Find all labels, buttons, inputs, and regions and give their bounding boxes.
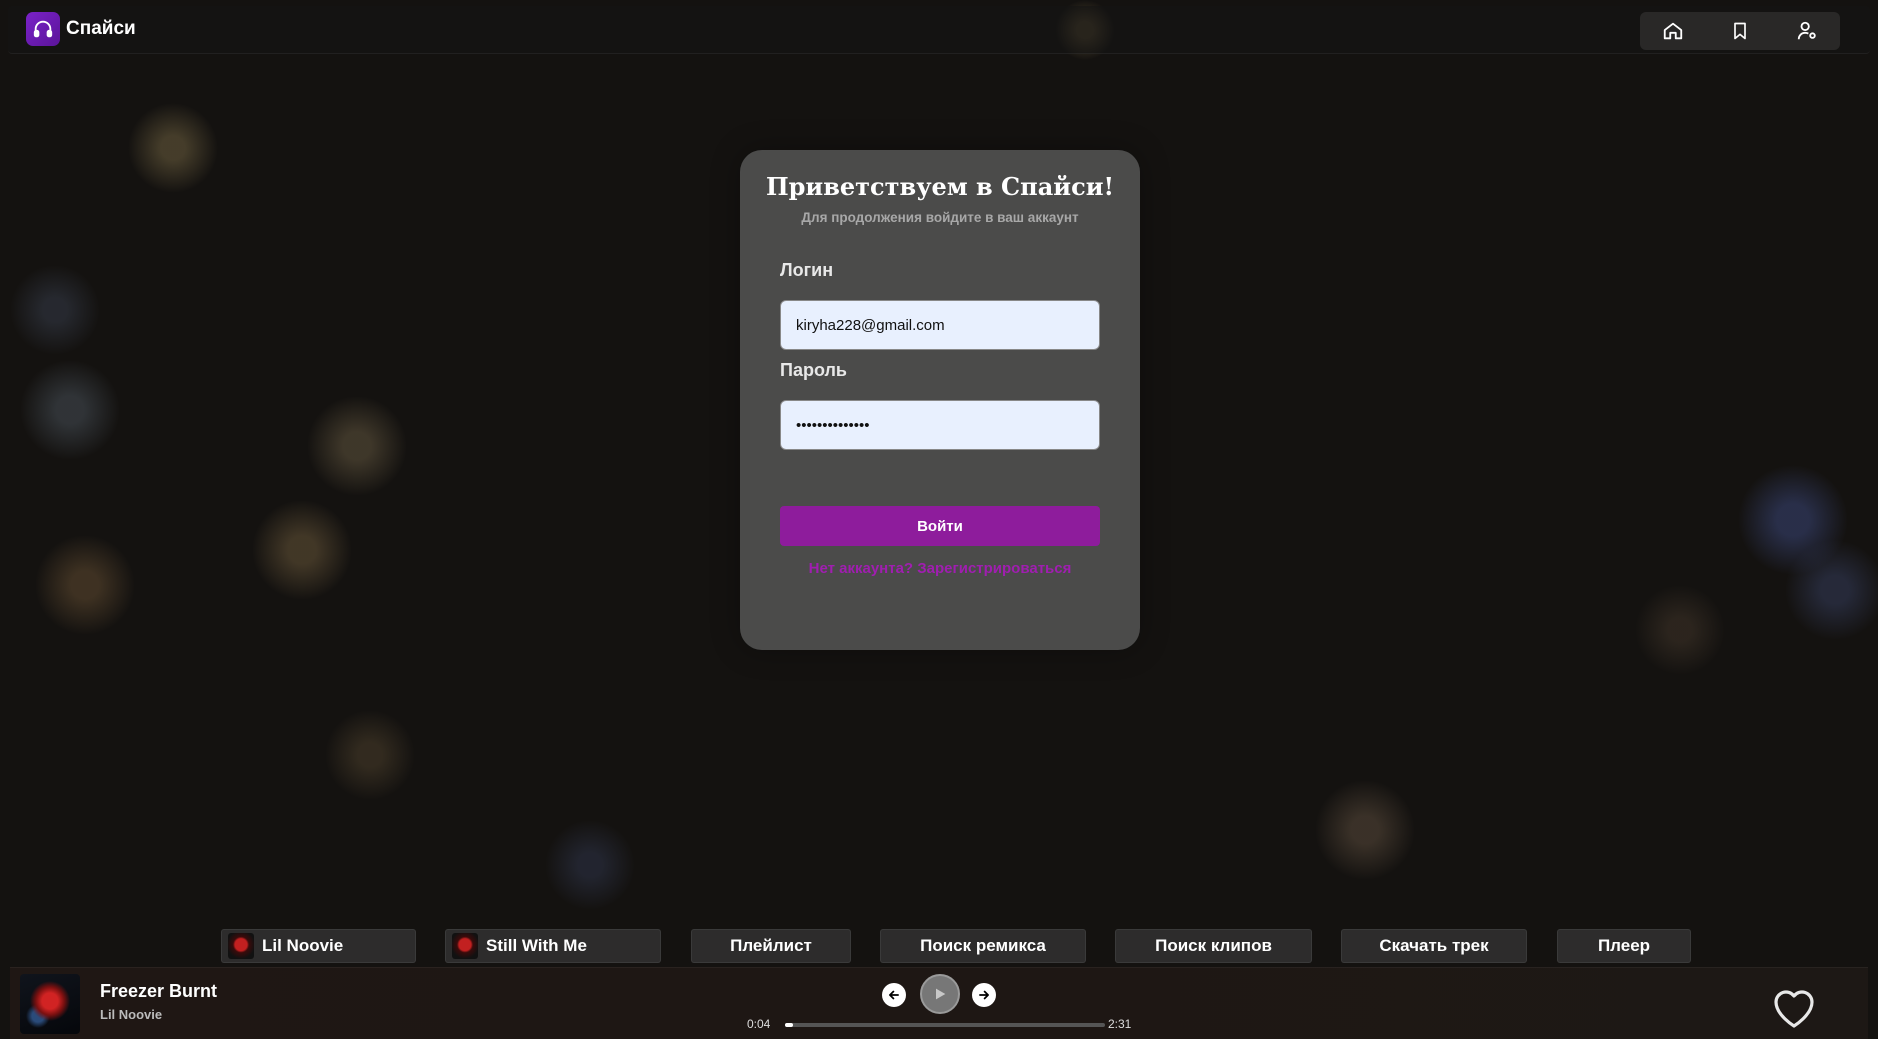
heart-icon bbox=[1774, 990, 1814, 1028]
play-icon bbox=[936, 988, 946, 1000]
track-artist[interactable]: Lil Noovie bbox=[100, 1007, 162, 1022]
progress-fill bbox=[785, 1023, 794, 1027]
previous-button[interactable] bbox=[882, 983, 906, 1007]
tab-remix-search[interactable]: Поиск ремикса bbox=[880, 929, 1086, 963]
arrow-right-icon bbox=[979, 990, 989, 1000]
register-link[interactable]: Нет аккаунта? Зарегистрироваться bbox=[740, 560, 1140, 577]
tab-remix-label: Поиск ремикса bbox=[920, 936, 1046, 955]
like-button[interactable] bbox=[1770, 986, 1818, 1034]
top-bar: Спайси bbox=[8, 6, 1870, 54]
play-button[interactable] bbox=[920, 974, 960, 1014]
password-label: Пароль bbox=[780, 360, 847, 380]
arrow-left-icon bbox=[889, 990, 899, 1000]
login-subtitle: Для продолжения войдите в ваш аккаунт bbox=[801, 210, 1079, 225]
account-settings-button[interactable] bbox=[1787, 14, 1827, 48]
tab-clips-search[interactable]: Поиск клипов bbox=[1115, 929, 1312, 963]
home-button[interactable] bbox=[1653, 14, 1693, 48]
headphones-logo-icon bbox=[26, 12, 60, 46]
nav-group bbox=[1640, 12, 1840, 50]
total-time: 2:31 bbox=[1108, 1017, 1132, 1031]
home-icon bbox=[1664, 22, 1683, 40]
next-button[interactable] bbox=[972, 983, 996, 1007]
login-card: Приветствуем в Спайси! Для продолжения в… bbox=[740, 150, 1140, 650]
tab-album[interactable]: Still With Me bbox=[445, 929, 661, 963]
login-button[interactable]: Войти bbox=[780, 506, 1100, 546]
tab-artist-label: Lil Noovie bbox=[262, 936, 344, 955]
player-bar: Freezer Burnt Lil Noovie 0:04 2:31 bbox=[10, 967, 1868, 1039]
tab-clips-label: Поиск клипов bbox=[1155, 936, 1272, 955]
track-cover[interactable] bbox=[20, 974, 80, 1034]
brand[interactable]: Спайси bbox=[26, 12, 136, 46]
album-thumbnail bbox=[452, 933, 478, 959]
artist-thumbnail bbox=[228, 933, 254, 959]
bookmark-icon bbox=[1734, 22, 1746, 40]
bookmark-button[interactable] bbox=[1720, 14, 1760, 48]
tab-download-label: Скачать трек bbox=[1379, 936, 1489, 955]
tab-player[interactable]: Плеер bbox=[1557, 929, 1691, 963]
password-input[interactable] bbox=[780, 400, 1100, 450]
tab-player-label: Плеер bbox=[1597, 936, 1651, 955]
tab-artist[interactable]: Lil Noovie bbox=[221, 929, 416, 963]
app-name: Спайси bbox=[66, 18, 136, 39]
current-time: 0:04 bbox=[747, 1017, 771, 1031]
login-title: Приветствуем в Спайси! bbox=[765, 172, 1115, 201]
login-input[interactable] bbox=[780, 300, 1100, 350]
tab-playlist-label: Плейлист bbox=[730, 936, 812, 955]
tab-album-label: Still With Me bbox=[486, 936, 587, 955]
tab-playlist[interactable]: Плейлист bbox=[691, 929, 851, 963]
login-label: Логин bbox=[780, 260, 834, 280]
track-title[interactable]: Freezer Burnt bbox=[100, 981, 217, 1002]
progress-bar[interactable] bbox=[785, 1023, 1105, 1027]
account-icon bbox=[1797, 21, 1816, 40]
tab-download[interactable]: Скачать трек bbox=[1341, 929, 1527, 963]
